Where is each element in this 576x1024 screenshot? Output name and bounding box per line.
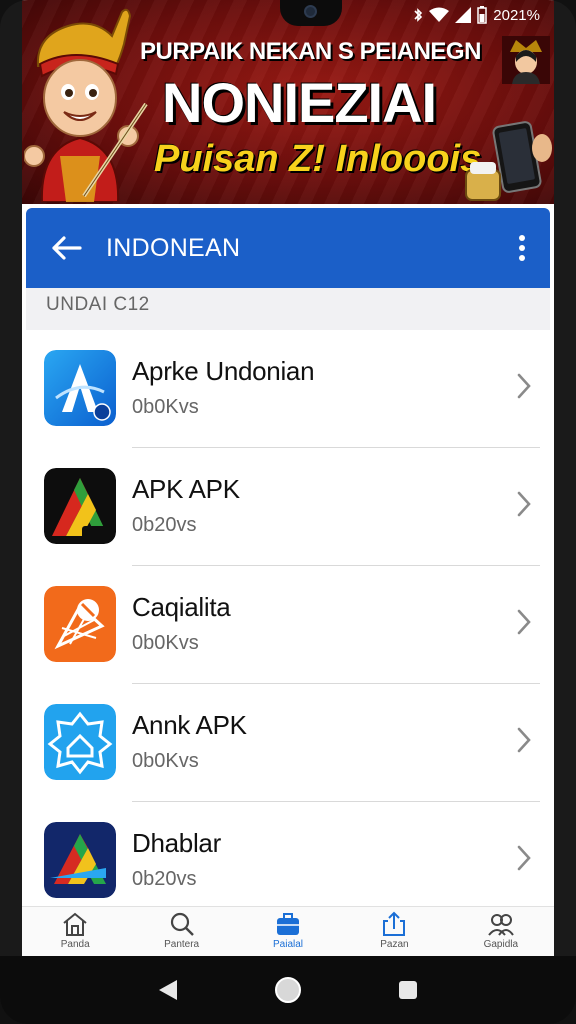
home-icon (63, 912, 87, 936)
nav-item-search[interactable]: Pantera (128, 907, 234, 956)
blue-a-icon (44, 350, 116, 426)
chevron-right-icon (517, 845, 531, 871)
briefcase-icon (277, 913, 300, 935)
system-navigation-bar (0, 956, 576, 1024)
app-size: 0b20vs (132, 514, 197, 536)
back-triangle-icon[interactable] (157, 978, 179, 1002)
bottom-navigation: Panda Pantera Paialal Pazan Gapidla (22, 906, 554, 956)
blue-home-badge-icon (44, 704, 116, 780)
app-size: 0b20vs (132, 868, 197, 890)
chevron-right-icon (517, 491, 531, 517)
app-name: Caqialita (132, 592, 231, 622)
banner-headline: NONIEZIAI (162, 71, 437, 134)
back-button[interactable] (26, 208, 106, 288)
nav-label: Pantera (164, 939, 200, 950)
nav-item-apps[interactable]: Paialal (235, 907, 341, 956)
nav-label: Gapidla (483, 939, 519, 950)
bluetooth-icon (414, 8, 423, 22)
page-title: INDONEAN (106, 233, 241, 262)
banner-subheadline: Puisan Z! Inlooois (154, 138, 482, 180)
list-item[interactable]: Dhablar 0b20vs (26, 802, 550, 906)
battery-icon (477, 6, 488, 24)
nav-item-share[interactable]: Pazan (341, 907, 447, 956)
app-name: Aprke Undonian (132, 356, 315, 386)
app-size: 0b0Kvs (132, 396, 199, 418)
list-item[interactable]: APK APK 0b20vs (26, 448, 550, 566)
people-icon (488, 914, 514, 936)
chevron-right-icon (517, 727, 531, 753)
overflow-menu-button[interactable] (494, 208, 550, 288)
home-circle-icon[interactable] (274, 976, 302, 1004)
section-header: UNDAI C12 (26, 288, 550, 330)
screen: PURPAIK NEKAN S PEIANEGN NONIEZIAI Puisa… (22, 0, 554, 956)
status-bar: 2021% (413, 6, 540, 24)
back-arrow-icon (52, 236, 82, 260)
phone-frame: PURPAIK NEKAN S PEIANEGN NONIEZIAI Puisa… (0, 0, 576, 1024)
chevron-right-icon (517, 373, 531, 399)
section-label: UNDAI C12 (46, 294, 150, 315)
mascot-illustration (24, 8, 148, 202)
app-name: APK APK (132, 474, 240, 504)
phone-gadget-illustration (465, 121, 552, 201)
list-item[interactable]: Aprke Undonian 0b0Kvs (26, 330, 550, 448)
crowned-figure-illustration (502, 36, 550, 84)
list-item[interactable]: Annk APK 0b0Kvs (26, 684, 550, 802)
chevron-right-icon (517, 609, 531, 635)
app-size: 0b0Kvs (132, 750, 199, 772)
app-name: Dhablar (132, 828, 221, 858)
app-bar: INDONEAN (26, 208, 550, 288)
camera-notch (280, 0, 342, 26)
app-name: Annk APK (132, 710, 247, 740)
wifi-icon (429, 7, 450, 22)
search-icon (170, 912, 194, 936)
nav-label: Paialal (273, 939, 304, 950)
app-list: Aprke Undonian 0b0Kvs APK APK 0b20vs Caq… (26, 330, 550, 906)
nav-label: Panda (60, 939, 90, 950)
more-vertical-icon (519, 235, 525, 261)
list-item[interactable]: Caqialita 0b0Kvs (26, 566, 550, 684)
recents-square-icon[interactable] (397, 979, 419, 1001)
banner-headline-top: PURPAIK NEKAN S PEIANEGN (140, 38, 481, 65)
orange-shield-icon (44, 586, 116, 662)
app-size: 0b0Kvs (132, 632, 199, 654)
promo-banner[interactable]: PURPAIK NEKAN S PEIANEGN NONIEZIAI Puisa… (22, 0, 554, 204)
tricolor-a-icon (44, 468, 116, 544)
nav-item-home[interactable]: Panda (22, 907, 128, 956)
navy-a-icon (44, 822, 116, 898)
status-time: 2021% (493, 6, 540, 24)
share-icon (383, 911, 406, 936)
signal-icon (455, 7, 472, 23)
nav-label: Pazan (380, 939, 409, 950)
nav-item-people[interactable]: Gapidla (448, 907, 554, 956)
